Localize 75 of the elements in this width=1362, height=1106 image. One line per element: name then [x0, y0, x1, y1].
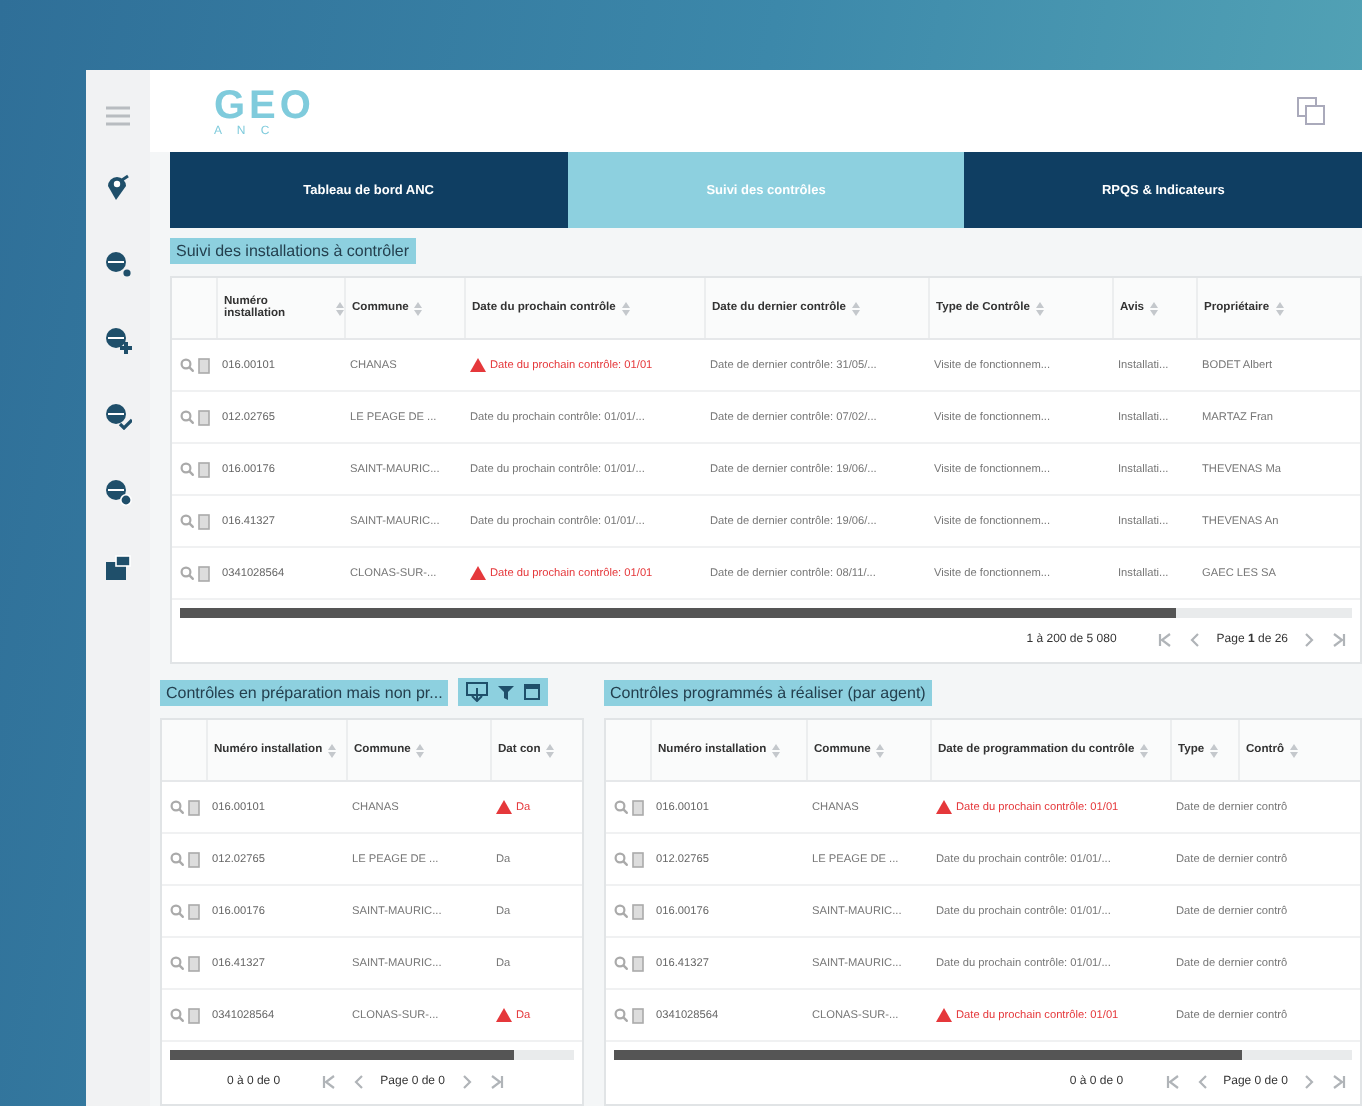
document-icon[interactable] [188, 955, 200, 971]
sort-icon[interactable] [328, 743, 337, 757]
horizontal-scrollbar[interactable] [180, 608, 1352, 618]
sort-icon[interactable] [1150, 301, 1159, 315]
next-page-icon[interactable] [1300, 630, 1318, 650]
document-icon[interactable] [198, 513, 210, 529]
search-icon[interactable] [180, 461, 194, 475]
sort-icon[interactable] [1210, 743, 1219, 757]
document-icon[interactable] [632, 955, 644, 971]
map-pin-icon[interactable] [104, 174, 132, 202]
search-icon[interactable] [170, 903, 184, 917]
next-page-icon[interactable] [457, 1072, 476, 1092]
document-icon[interactable] [632, 903, 644, 919]
sort-icon[interactable] [546, 743, 555, 757]
horizontal-scrollbar[interactable] [614, 1050, 1352, 1060]
document-icon[interactable] [188, 1007, 200, 1023]
report-icon[interactable] [104, 554, 132, 582]
filter-icon[interactable] [498, 684, 515, 700]
previous-page-icon[interactable] [350, 1072, 369, 1092]
sort-icon[interactable] [336, 301, 344, 315]
tank-add-icon[interactable] [104, 326, 132, 354]
document-icon[interactable] [188, 799, 200, 815]
sort-icon[interactable] [1275, 301, 1284, 315]
tank-gear-icon[interactable] [104, 478, 132, 506]
document-icon[interactable] [198, 461, 210, 477]
search-icon[interactable] [614, 955, 628, 969]
panel-title: Contrôles programmés à réaliser (par agent) [604, 679, 932, 705]
search-icon[interactable] [170, 851, 184, 865]
search-icon[interactable] [614, 799, 628, 813]
sort-icon[interactable] [876, 743, 885, 757]
document-icon[interactable] [198, 409, 210, 425]
search-icon[interactable] [180, 409, 194, 423]
search-icon[interactable] [180, 565, 194, 579]
previous-page-icon[interactable] [1186, 630, 1205, 650]
tank-check-icon[interactable] [104, 402, 132, 430]
document-icon[interactable] [188, 851, 200, 867]
sort-icon[interactable] [772, 743, 781, 757]
last-page-icon[interactable] [1330, 630, 1348, 650]
sort-icon[interactable] [1140, 743, 1149, 757]
horizontal-scrollbar[interactable] [170, 1050, 574, 1060]
sort-icon[interactable] [416, 743, 425, 757]
sort-icon[interactable] [1035, 301, 1044, 315]
panel-title: Suivi des installations à contrôler [170, 237, 416, 263]
app-logo: GEO [214, 85, 315, 126]
search-icon[interactable] [614, 1007, 628, 1021]
document-icon[interactable] [632, 851, 644, 867]
tank-search-icon[interactable] [104, 250, 132, 278]
search-icon[interactable] [170, 955, 184, 969]
next-page-icon[interactable] [1300, 1072, 1318, 1092]
sort-icon[interactable] [621, 301, 630, 315]
sort-icon[interactable] [414, 301, 423, 315]
document-icon[interactable] [198, 357, 210, 373]
sort-icon[interactable] [852, 301, 860, 315]
search-icon[interactable] [170, 1007, 184, 1021]
panel-title: Contrôles en préparation mais non pr... [160, 679, 449, 705]
document-icon[interactable] [198, 565, 210, 581]
document-icon[interactable] [632, 799, 644, 815]
first-page-icon[interactable] [320, 1072, 339, 1092]
document-icon[interactable] [188, 903, 200, 919]
previous-page-icon[interactable] [1193, 1072, 1212, 1092]
search-icon[interactable] [614, 851, 628, 865]
sort-icon[interactable] [1290, 743, 1298, 757]
search-icon[interactable] [180, 357, 194, 371]
menu-icon[interactable] [104, 106, 132, 126]
first-page-icon[interactable] [1163, 1072, 1182, 1092]
last-page-icon[interactable] [1330, 1072, 1348, 1092]
search-icon[interactable] [180, 513, 194, 527]
search-icon[interactable] [614, 903, 628, 917]
search-icon[interactable] [170, 799, 184, 813]
export-icon[interactable] [466, 682, 489, 702]
document-icon[interactable] [632, 1007, 644, 1023]
calendar-icon[interactable] [524, 684, 541, 700]
copy-icon[interactable] [1294, 93, 1330, 130]
last-page-icon[interactable] [487, 1072, 506, 1092]
first-page-icon[interactable] [1156, 630, 1175, 650]
